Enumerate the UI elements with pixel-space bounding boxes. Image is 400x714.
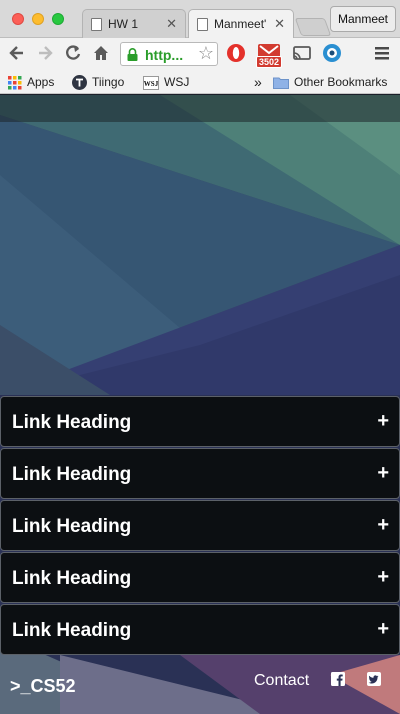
link-heading: Link Heading (12, 568, 132, 589)
bookmark-label: WSJ (164, 75, 190, 89)
other-bookmarks-folder[interactable]: Other Bookmarks (273, 74, 387, 90)
opera-extension-icon[interactable] (226, 43, 246, 63)
new-tab-button[interactable] (294, 18, 332, 36)
link-heading: Link Heading (12, 464, 132, 485)
page-footer: >_CS52 Contact (0, 656, 400, 714)
browser-tab-manmeet[interactable]: Manmeet' ✕ (188, 9, 294, 39)
tab-title: HW 1 (108, 17, 138, 31)
minimize-window-button[interactable] (32, 13, 44, 25)
link-heading: Link Heading (12, 516, 132, 537)
twitter-icon[interactable] (367, 672, 381, 686)
tab-title: Manmeet' (214, 17, 267, 31)
bookmarks-bar: Apps Tiingo WSJ WSJ » Other Bookmarks (0, 70, 400, 94)
eye-extension-icon[interactable] (322, 43, 342, 63)
close-window-button[interactable] (12, 13, 24, 25)
tiingo-icon (72, 75, 87, 91)
expand-plus-icon[interactable]: + (377, 566, 389, 589)
expand-plus-icon[interactable]: + (377, 514, 389, 537)
link-item[interactable]: Link Heading + (0, 552, 400, 603)
profile-button[interactable]: Manmeet (330, 6, 396, 32)
brand-logo-text[interactable]: >_CS52 (10, 676, 76, 697)
window-titlebar: HW 1 ✕ Manmeet' ✕ Manmeet (0, 0, 400, 39)
cast-icon[interactable] (292, 43, 312, 63)
tab-close-icon[interactable]: ✕ (274, 16, 285, 32)
link-accordion: Link Heading + Link Heading + Link Headi… (0, 396, 400, 656)
bookmark-apps[interactable]: Apps (8, 74, 54, 90)
link-item[interactable]: Link Heading + (0, 396, 400, 447)
forward-icon[interactable] (35, 43, 55, 63)
back-icon[interactable] (7, 43, 27, 63)
menu-hamburger-icon[interactable] (372, 43, 392, 63)
folder-icon (273, 77, 289, 90)
link-heading: Link Heading (12, 620, 132, 641)
document-icon (91, 18, 102, 31)
gmail-unread-badge: 3502 (256, 56, 282, 68)
browser-tab-hw1[interactable]: HW 1 ✕ (82, 9, 186, 38)
facebook-icon[interactable] (331, 672, 345, 686)
bookmark-star-icon[interactable]: ☆ (198, 43, 214, 64)
bookmark-wsj[interactable]: WSJ WSJ (143, 74, 189, 90)
link-item[interactable]: Link Heading + (0, 604, 400, 655)
browser-toolbar: http... ☆ 3502 (0, 38, 400, 70)
expand-plus-icon[interactable]: + (377, 410, 389, 433)
link-item[interactable]: Link Heading + (0, 448, 400, 499)
link-heading: Link Heading (12, 412, 132, 433)
expand-plus-icon[interactable]: + (377, 618, 389, 641)
bookmark-label: Apps (27, 75, 55, 89)
zoom-window-button[interactable] (52, 13, 64, 25)
expand-plus-icon[interactable]: + (377, 462, 389, 485)
contact-link[interactable]: Contact (254, 672, 309, 690)
tab-close-icon[interactable]: ✕ (166, 16, 177, 32)
address-url: http... (145, 47, 184, 63)
bookmarks-overflow-button[interactable]: » (254, 74, 262, 90)
page-header-bar (0, 95, 400, 122)
reload-icon[interactable] (63, 43, 83, 63)
apps-grid-icon (8, 75, 22, 90)
document-icon (197, 18, 208, 31)
svg-text:WSJ: WSJ (144, 80, 159, 88)
bookmark-label: Tiingo (92, 75, 125, 89)
address-bar[interactable]: http... ☆ (120, 42, 218, 66)
link-item[interactable]: Link Heading + (0, 500, 400, 551)
web-page: Link Heading + Link Heading + Link Headi… (0, 95, 400, 714)
lock-icon (127, 48, 138, 61)
wsj-icon: WSJ (143, 75, 159, 90)
bookmark-tiingo[interactable]: Tiingo (72, 74, 125, 91)
home-icon[interactable] (91, 43, 111, 63)
other-bookmarks-label: Other Bookmarks (294, 75, 388, 89)
